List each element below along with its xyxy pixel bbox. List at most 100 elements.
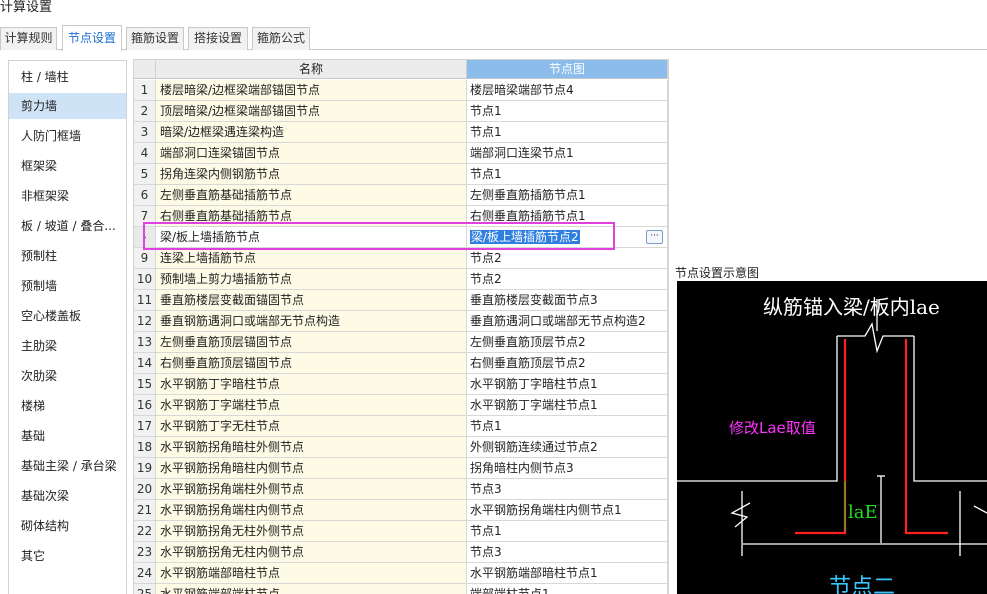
node-value-cell[interactable]: 节点2 (467, 248, 668, 269)
table-row[interactable]: 6 左侧垂直筋基础插筋节点 左侧垂直筋插筋节点1 (134, 185, 668, 206)
node-value-cell[interactable]: 外侧钢筋连续通过节点2 (467, 437, 668, 458)
diagram-caption: 节点二 (829, 575, 896, 594)
table-row[interactable]: 15 水平钢筋丁字暗柱节点 水平钢筋丁字暗柱节点1 (134, 374, 668, 395)
node-value-cell[interactable]: 端部端柱节点1 (467, 584, 668, 594)
lae-dimension-label: laE (848, 502, 878, 523)
table-row[interactable]: 20 水平钢筋拐角端柱外侧节点 节点3 (134, 479, 668, 500)
sidebar-item-other[interactable]: 其它 (9, 543, 126, 569)
tab-stirrup-formula[interactable]: 箍筋公式 (252, 27, 310, 50)
node-value-cell[interactable]: 节点1 (467, 521, 668, 542)
modify-lae-link[interactable]: 修改Lae取值 (729, 417, 816, 438)
sidebar-item-slab[interactable]: 板 / 坡道 / 叠合... (9, 213, 126, 239)
node-value-cell[interactable]: 右侧垂直筋顶层节点2 (467, 353, 668, 374)
sidebar-item-main-rib-beam[interactable]: 主肋梁 (9, 333, 126, 359)
table-row[interactable]: 14 右侧垂直筋顶层锚固节点 右侧垂直筋顶层节点2 (134, 353, 668, 374)
row-number: 15 (134, 374, 156, 395)
tab-stirrup-settings[interactable]: 箍筋设置 (126, 27, 184, 50)
table-row[interactable]: 21 水平钢筋拐角端柱内侧节点 水平钢筋拐角端柱内侧节点1 (134, 500, 668, 521)
table-row[interactable]: 2 顶层暗梁/边框梁端部锚固节点 节点1 (134, 101, 668, 122)
table-row[interactable]: 17 水平钢筋丁字无柱节点 节点1 (134, 416, 668, 437)
row-number: 16 (134, 395, 156, 416)
node-value-cell[interactable]: 左侧垂直筋顶层节点2 (467, 332, 668, 353)
table-row[interactable]: 25 水平钢筋端部端柱节点 端部端柱节点1 (134, 584, 668, 594)
table-row[interactable]: 7 右侧垂直筋基础插筋节点 右侧垂直筋插筋节点1 (134, 206, 668, 227)
table-row[interactable]: 18 水平钢筋拐角暗柱外侧节点 外侧钢筋连续通过节点2 (134, 437, 668, 458)
setting-name-cell: 楼层暗梁/边框梁端部锚固节点 (156, 80, 467, 101)
setting-name-cell: 水平钢筋拐角端柱外侧节点 (156, 479, 467, 500)
node-value-cell[interactable]: 左侧垂直筋插筋节点1 (467, 185, 668, 206)
table-row-current[interactable]: › 梁/板上墙插筋节点 梁/板上墙插筋节点2 ··· (134, 227, 668, 248)
row-number: 23 (134, 542, 156, 563)
tab-calc-rules[interactable]: 计算规则 (0, 27, 57, 50)
window-title: 计算设置 (0, 0, 53, 15)
sidebar-item-civil-defense-door[interactable]: 人防门框墙 (9, 123, 126, 149)
sidebar-item-precast-column[interactable]: 预制柱 (9, 243, 126, 269)
node-value-cell[interactable]: 节点2 (467, 269, 668, 290)
table-row[interactable]: 4 端部洞口连梁锚固节点 端部洞口连梁节点1 (134, 143, 668, 164)
setting-name-cell: 水平钢筋丁字端柱节点 (156, 395, 467, 416)
sidebar-item-precast-wall[interactable]: 预制墙 (9, 273, 126, 299)
node-value-cell[interactable]: 垂直筋楼层变截面节点3 (467, 290, 668, 311)
tab-node-settings[interactable]: 节点设置 (62, 25, 122, 51)
table-row[interactable]: 3 暗梁/边框梁遇连梁构造 节点1 (134, 122, 668, 143)
node-value-cell[interactable]: 节点3 (467, 479, 668, 500)
node-value-cell[interactable]: 右侧垂直筋插筋节点1 (467, 206, 668, 227)
node-value-cell[interactable]: 拐角暗柱内侧节点3 (467, 458, 668, 479)
sidebar-item-hollow-slab[interactable]: 空心楼盖板 (9, 303, 126, 329)
node-value-cell[interactable]: 水平钢筋丁字暗柱节点1 (467, 374, 668, 395)
sidebar-item-masonry[interactable]: 砌体结构 (9, 513, 126, 539)
setting-name-cell: 左侧垂直筋顶层锚固节点 (156, 332, 467, 353)
node-value-cell[interactable]: 节点3 (467, 542, 668, 563)
node-value-cell[interactable]: 节点1 (467, 164, 668, 185)
sidebar-item-stairs[interactable]: 楼梯 (9, 393, 126, 419)
node-value-editor[interactable]: 梁/板上墙插筋节点2 ··· (467, 227, 668, 248)
node-settings-table: 名称 节点图 1 楼层暗梁/边框梁端部锚固节点 楼层暗梁端部节点4 2 顶层暗梁… (133, 59, 669, 594)
table-row[interactable]: 13 左侧垂直筋顶层锚固节点 左侧垂直筋顶层节点2 (134, 332, 668, 353)
node-value-cell[interactable]: 水平钢筋丁字端柱节点1 (467, 395, 668, 416)
sidebar-item-foundation-main-beam[interactable]: 基础主梁 / 承台梁 (9, 453, 126, 479)
current-row-marker: › (134, 227, 156, 248)
node-diagram-column-header[interactable]: 节点图 (467, 60, 668, 79)
row-number: 24 (134, 563, 156, 584)
node-value-cell[interactable]: 楼层暗梁端部节点4 (467, 80, 668, 101)
table-row[interactable]: 23 水平钢筋拐角无柱内侧节点 节点3 (134, 542, 668, 563)
node-value-selected-text[interactable]: 梁/板上墙插筋节点2 (470, 230, 580, 244)
sidebar-item-shear-wall[interactable]: 剪力墙 (9, 93, 126, 119)
sidebar-item-secondary-rib-beam[interactable]: 次肋梁 (9, 363, 126, 389)
sidebar-item-foundation-secondary-beam[interactable]: 基础次梁 (9, 483, 126, 509)
table-row[interactable]: 12 垂直钢筋遇洞口或端部无节点构造 垂直筋遇洞口或端部无节点构造2 (134, 311, 668, 332)
node-value-cell[interactable]: 垂直筋遇洞口或端部无节点构造2 (467, 311, 668, 332)
setting-name-cell: 水平钢筋端部暗柱节点 (156, 563, 467, 584)
setting-name-cell: 垂直钢筋遇洞口或端部无节点构造 (156, 311, 467, 332)
node-value-cell[interactable]: 水平钢筋端部暗柱节点1 (467, 563, 668, 584)
ellipsis-button[interactable]: ··· (646, 230, 663, 244)
sidebar-item-foundation[interactable]: 基础 (9, 423, 126, 449)
sidebar-item-column[interactable]: 柱 / 墙柱 (9, 64, 126, 90)
node-value-cell[interactable]: 节点1 (467, 416, 668, 437)
sidebar-item-non-frame-beam[interactable]: 非框架梁 (9, 183, 126, 209)
row-number: 1 (134, 80, 156, 101)
row-number: 25 (134, 584, 156, 594)
tab-lap-settings[interactable]: 搭接设置 (188, 27, 248, 50)
table-row[interactable]: 11 垂直筋楼层变截面锚固节点 垂直筋楼层变截面节点3 (134, 290, 668, 311)
table-row[interactable]: 22 水平钢筋拐角无柱外侧节点 节点1 (134, 521, 668, 542)
setting-name-cell: 梁/板上墙插筋节点 (156, 227, 467, 248)
table-row[interactable]: 1 楼层暗梁/边框梁端部锚固节点 楼层暗梁端部节点4 (134, 80, 668, 101)
node-value-cell[interactable]: 节点1 (467, 122, 668, 143)
table-row[interactable]: 19 水平钢筋拐角暗柱内侧节点 拐角暗柱内侧节点3 (134, 458, 668, 479)
row-number-header (134, 60, 156, 79)
table-row[interactable]: 5 拐角连梁内侧钢筋节点 节点1 (134, 164, 668, 185)
node-value-cell[interactable]: 水平钢筋拐角端柱内侧节点1 (467, 500, 668, 521)
table-row[interactable]: 24 水平钢筋端部暗柱节点 水平钢筋端部暗柱节点1 (134, 563, 668, 584)
table-row[interactable]: 10 预制墙上剪力墙插筋节点 节点2 (134, 269, 668, 290)
node-value-cell[interactable]: 节点1 (467, 101, 668, 122)
node-value-cell[interactable]: 端部洞口连梁节点1 (467, 143, 668, 164)
table-row[interactable]: 9 连梁上墙插筋节点 节点2 (134, 248, 668, 269)
sidebar-item-frame-beam[interactable]: 框架梁 (9, 153, 126, 179)
component-type-list: 柱 / 墙柱 剪力墙 人防门框墙 框架梁 非框架梁 板 / 坡道 / 叠合...… (8, 60, 127, 594)
setting-name-cell: 连梁上墙插筋节点 (156, 248, 467, 269)
row-number: 11 (134, 290, 156, 311)
table-row[interactable]: 16 水平钢筋丁字端柱节点 水平钢筋丁字端柱节点1 (134, 395, 668, 416)
setting-name-cell: 右侧垂直筋基础插筋节点 (156, 206, 467, 227)
name-column-header[interactable]: 名称 (156, 60, 467, 79)
